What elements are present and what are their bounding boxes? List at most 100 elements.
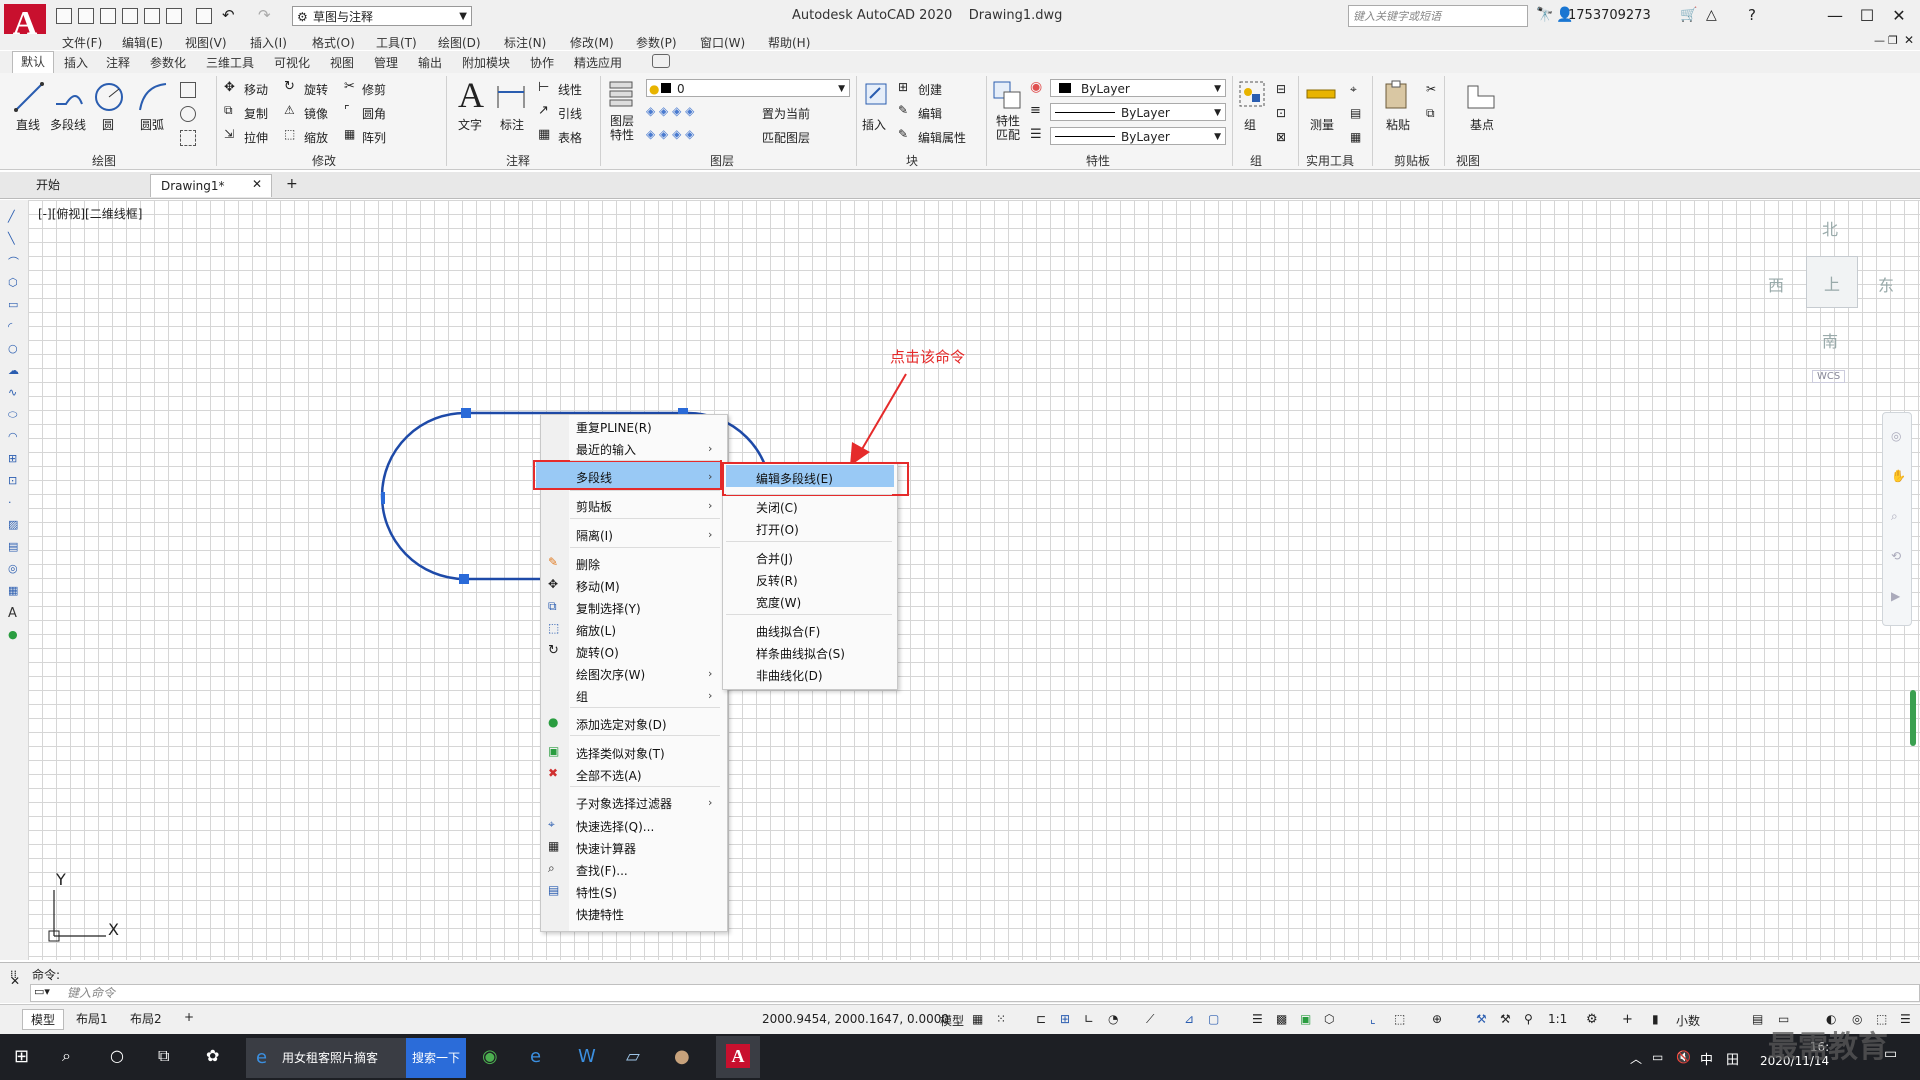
word-icon[interactable]: W	[578, 1046, 600, 1068]
units-dropdown[interactable]: 小数	[1676, 1012, 1736, 1029]
match-properties-icon[interactable]	[990, 78, 1024, 112]
edit-block-button[interactable]: 编辑	[918, 105, 942, 122]
menu-file[interactable]: 文件(F)	[62, 34, 102, 51]
input-method-icon[interactable]: 中	[1700, 1049, 1713, 1068]
orbit-icon[interactable]: ⟲	[1891, 549, 1901, 563]
text-icon[interactable]: A	[458, 74, 484, 116]
transparency-icon[interactable]: ▩	[1276, 1012, 1290, 1026]
360-browser-icon[interactable]: ◉	[482, 1046, 504, 1068]
menu-edit[interactable]: 编辑(E)	[122, 34, 163, 51]
line-button-label[interactable]: 直线	[16, 116, 40, 133]
save-web-icon[interactable]	[166, 8, 182, 24]
color-dropdown[interactable]: ByLayer ▼	[1050, 79, 1226, 97]
selection-cycling-icon[interactable]: ▣	[1300, 1012, 1314, 1026]
menu-draw[interactable]: 绘图(D)	[438, 34, 481, 51]
keyboard-layout-icon[interactable]: 田	[1726, 1049, 1739, 1068]
close-button[interactable]: ✕	[1884, 4, 1914, 28]
set-current-button[interactable]: 置为当前	[762, 105, 810, 122]
circle-icon[interactable]	[92, 80, 126, 114]
trim-button[interactable]: 修剪	[362, 81, 386, 98]
layer-properties-icon[interactable]	[606, 78, 640, 112]
ellipse-tool-icon[interactable]: ⬭	[8, 408, 22, 422]
menu-item-find[interactable]: 查找(F)...	[576, 862, 628, 879]
search-icon[interactable]: ⌕	[62, 1046, 84, 1068]
arc-icon[interactable]	[136, 80, 170, 114]
scale-button[interactable]: 缩放	[304, 129, 328, 146]
menu-item-properties[interactable]: 特性(S)	[576, 884, 617, 901]
new-file-icon[interactable]	[56, 8, 72, 24]
circle-button-label[interactable]: 圆	[102, 116, 114, 133]
submenu-item-reverse[interactable]: 反转(R)	[756, 572, 798, 589]
group-icon[interactable]	[1236, 78, 1270, 112]
scroll-handle[interactable]	[1910, 690, 1916, 746]
create-block-button[interactable]: 创建	[918, 81, 942, 98]
menu-item-add-selected[interactable]: 添加选定对象(D)	[576, 716, 667, 733]
command-dropdown-icon[interactable]: ▭▾	[34, 985, 50, 998]
region-icon[interactable]	[180, 130, 196, 146]
line-tool-icon[interactable]: ╱	[8, 210, 22, 224]
viewcube[interactable]: 上	[1806, 256, 1858, 308]
open-file-icon[interactable]	[78, 8, 94, 24]
quick-calc-icon[interactable]: ▤	[1350, 106, 1361, 120]
gizmo-icon[interactable]: ⊕	[1432, 1012, 1446, 1026]
annotation-scale-icon[interactable]: ⚲	[1524, 1012, 1538, 1026]
calculator-icon[interactable]: ▦	[1350, 130, 1361, 144]
zoom-icon[interactable]: ⌕	[1891, 509, 1898, 524]
menu-item-subobject-filter[interactable]: 子对象选择过滤器	[576, 795, 672, 812]
close-tab-icon[interactable]: ✕	[252, 177, 262, 191]
menu-item-clipboard[interactable]: 剪贴板	[576, 498, 612, 515]
workspace-dropdown[interactable]: ⚙ 草图与注释 ▼	[292, 6, 472, 26]
base-button-label[interactable]: 基点	[1470, 116, 1494, 133]
tab-start[interactable]: 开始	[26, 174, 70, 196]
line-icon[interactable]	[12, 80, 46, 114]
measure-button-label[interactable]: 测量	[1310, 116, 1334, 133]
color-wheel-icon[interactable]: ◉	[1030, 79, 1042, 95]
modify-panel-title[interactable]: 修改	[312, 152, 336, 169]
show-hidden-icons-icon[interactable]: ︿	[1630, 1050, 1642, 1067]
groups-panel-title[interactable]: 组	[1250, 152, 1262, 169]
menu-item-polyline[interactable]: 多段线	[576, 469, 612, 486]
menu-item-erase[interactable]: 删除	[576, 556, 600, 573]
3d-osnap-icon[interactable]: ⬡	[1324, 1012, 1338, 1026]
wcs-dropdown[interactable]: WCS	[1812, 370, 1846, 383]
layer-tools-icon[interactable]: ◈ ◈ ◈ ◈	[646, 104, 694, 118]
draw-panel-title[interactable]: 绘图	[92, 152, 116, 169]
match-properties-label[interactable]: 特性匹配	[996, 114, 1024, 142]
dimension-button-label[interactable]: 标注	[500, 116, 524, 133]
tab-3d-tools[interactable]: 三维工具	[206, 54, 254, 71]
fillet-button[interactable]: 圆角	[362, 105, 386, 122]
close-command-icon[interactable]: ✕	[10, 974, 20, 988]
ribbon-toggle-icon[interactable]	[652, 54, 670, 68]
minimize-button[interactable]: —	[1820, 4, 1850, 28]
edge-icon[interactable]: e	[530, 1046, 552, 1068]
command-input[interactable]: 键入命令	[30, 984, 1920, 1002]
rectangle-tool-icon[interactable]: ▭	[8, 298, 22, 312]
tab-default[interactable]: 默认	[12, 51, 55, 74]
menu-insert[interactable]: 插入(I)	[250, 34, 287, 51]
tab-collaborate[interactable]: 协作	[530, 54, 554, 71]
polar-icon[interactable]: ◔	[1108, 1012, 1122, 1026]
base-view-icon[interactable]	[1464, 78, 1498, 112]
snap-icon[interactable]: ⁙	[996, 1012, 1010, 1026]
block-panel-title[interactable]: 块	[906, 152, 918, 169]
copy-clip-icon[interactable]: ⧉	[1426, 106, 1435, 121]
doc-minimize-button[interactable]: —	[1874, 34, 1885, 47]
hatch-icon[interactable]	[180, 106, 196, 122]
open-web-icon[interactable]	[144, 8, 160, 24]
new-tab-button[interactable]: +	[286, 176, 298, 192]
tab-insert[interactable]: 插入	[64, 54, 88, 71]
pinwheel-app-icon[interactable]: ✿	[206, 1046, 228, 1068]
menu-window[interactable]: 窗口(W)	[700, 34, 745, 51]
mtext-tool-icon[interactable]: A	[8, 606, 22, 621]
arc-button-label[interactable]: 圆弧	[140, 116, 164, 133]
save-icon[interactable]	[100, 8, 116, 24]
menu-item-move[interactable]: 移动(M)	[576, 578, 620, 595]
arc-tool-icon[interactable]: ◜	[8, 320, 22, 334]
menu-item-draw-order[interactable]: 绘图次序(W)	[576, 666, 645, 683]
tab-output[interactable]: 输出	[418, 54, 442, 71]
cortana-icon[interactable]: ○	[110, 1046, 132, 1068]
utilities-panel-title[interactable]: 实用工具	[1306, 152, 1354, 169]
polyline-icon[interactable]	[52, 80, 86, 114]
table-button[interactable]: 表格	[558, 129, 582, 146]
insert-block-tool-icon[interactable]: ⊞	[8, 452, 22, 466]
